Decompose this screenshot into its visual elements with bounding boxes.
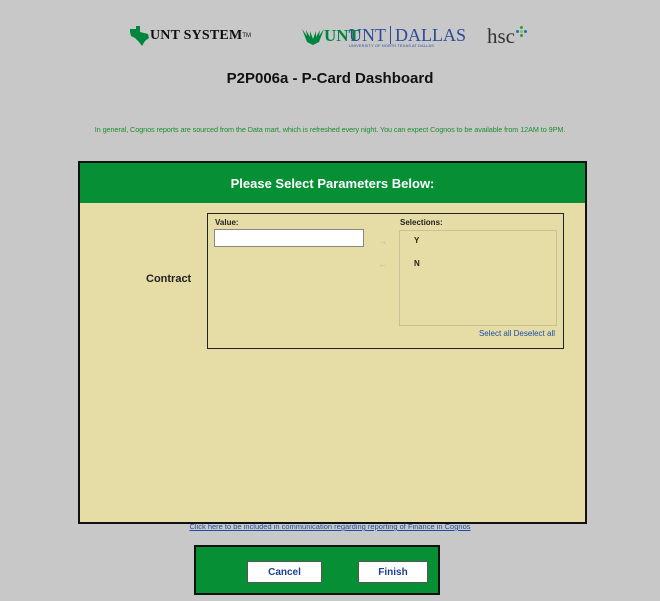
selection-item-n[interactable]: N	[414, 259, 420, 268]
eagle-icon	[302, 29, 324, 45]
hsc-dots-icon	[516, 25, 527, 37]
selections-label: Selections:	[400, 218, 443, 227]
selection-links: Select all Deselect all	[479, 329, 555, 338]
selections-list[interactable]: Y N	[399, 230, 557, 326]
selection-item-y[interactable]: Y	[414, 236, 419, 245]
value-label: Value:	[215, 218, 239, 227]
trademark-mark: TM	[242, 33, 252, 39]
unt-system-logo-text: UNT SYSTEM	[150, 28, 243, 43]
unt-dallas-logo-right: DALLAS	[395, 24, 466, 45]
hsc-logo-text: hsc	[487, 23, 515, 48]
finish-button[interactable]: Finish	[358, 561, 428, 583]
cancel-button[interactable]: Cancel	[247, 561, 322, 583]
select-all-link[interactable]: Select all	[479, 329, 511, 338]
add-arrow-icon[interactable]: →	[378, 236, 387, 246]
unt-dallas-logo: UNT DALLAS UNIVERSITY OF NORTH TEXAS AT …	[349, 20, 466, 52]
logo-divider	[390, 26, 391, 44]
page-title: P2P006a - P-Card Dashboard	[226, 70, 434, 87]
deselect-all-link[interactable]: Deselect all	[514, 329, 555, 338]
remove-arrow-icon[interactable]: ←	[378, 259, 387, 269]
button-bar: Cancel Finish	[194, 545, 440, 595]
panel-header: Please Select Parameters Below:	[80, 163, 585, 203]
hsc-logo: hsc	[487, 20, 527, 52]
value-input[interactable]	[214, 229, 364, 247]
logo-bar: UNT SYSTEM TM UNT UNT DALLAS UNIVERSITY …	[0, 20, 660, 52]
unt-dallas-logo-subtitle: UNIVERSITY OF NORTH TEXAS AT DALLAS	[349, 43, 434, 48]
contract-label: Contract	[146, 273, 192, 285]
contract-prompt: Value: → ← Selections: Y N Select all De…	[207, 213, 564, 349]
communication-signup-link[interactable]: Click here to be included in communicati…	[0, 522, 660, 531]
texas-state-icon	[130, 26, 149, 46]
unt-system-logo: UNT SYSTEM TM	[128, 20, 251, 52]
availability-notice: In general, Cognos reports are sourced f…	[94, 125, 566, 134]
parameter-panel: Please Select Parameters Below: Contract…	[78, 161, 587, 524]
unt-dallas-logo-left: UNT	[349, 24, 386, 45]
